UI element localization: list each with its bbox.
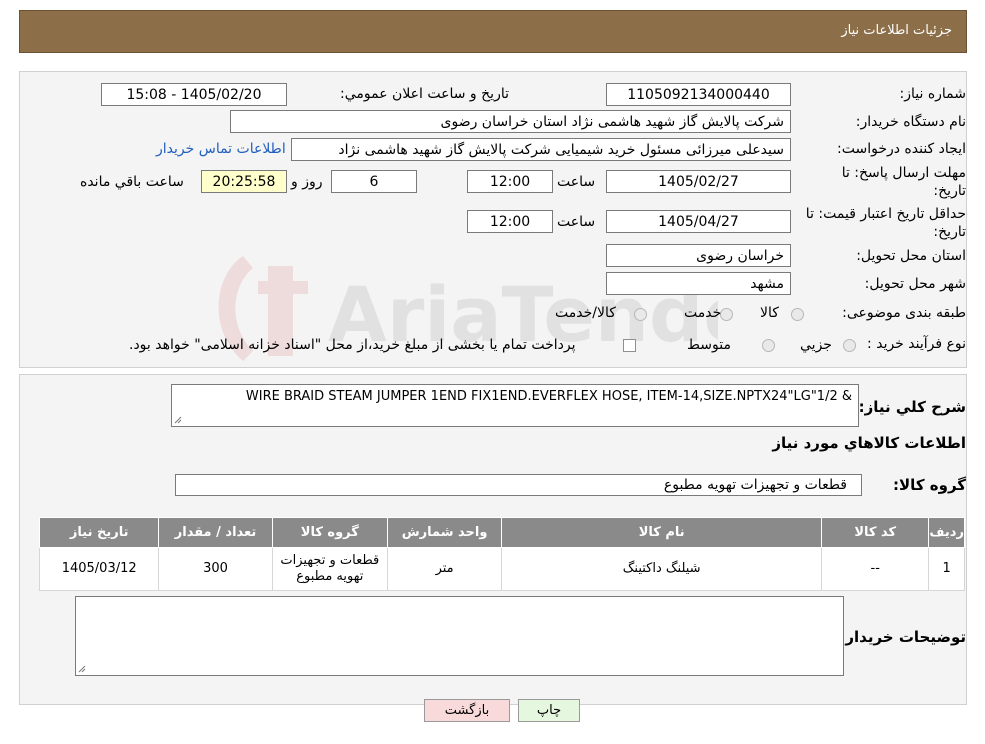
description-text: WIRE BRAID STEAM JUMPER 1END FIX1END.EVE… — [245, 389, 852, 404]
buyer-contact-link[interactable]: اطلاعات تماس خريدار — [156, 141, 286, 157]
page-header: جزئیات اطلاعات نیاز — [19, 10, 967, 53]
goods-group-field: قطعات و تجهيزات تهويه مطبوع — [175, 474, 862, 496]
goods-group-label: گروه کالا: — [893, 476, 966, 494]
buyer-label: نام دستگاه خريدار: — [855, 114, 966, 130]
creator-label: ايجاد کننده درخواست: — [837, 141, 966, 157]
category-goods-service-radio[interactable] — [634, 308, 647, 321]
cell-item-code: -- — [821, 547, 930, 591]
province-label: استان محل تحويل: — [856, 248, 966, 264]
validity-label-date: تاريخ: — [933, 224, 966, 240]
description-label: شرح کلي نياز: — [858, 398, 966, 416]
resize-handle-icon[interactable] — [174, 416, 182, 424]
buyer-notes-textarea[interactable] — [75, 596, 844, 676]
col-group: گروه کالا — [271, 517, 388, 548]
category-goods-label: کالا — [760, 305, 779, 321]
remaining-label: ساعت باقي مانده — [80, 174, 184, 190]
table-header-row: رديف کد کالا نام کالا واحد شمارش گروه کا… — [38, 517, 965, 548]
description-textarea[interactable]: WIRE BRAID STEAM JUMPER 1END FIX1END.EVE… — [171, 384, 859, 427]
buyer-notes-label: توضيحات خريدار: — [839, 628, 966, 646]
process-note: پرداخت تمام يا بخشی از مبلغ خريد،از محل … — [129, 337, 576, 353]
category-goods-radio[interactable] — [791, 308, 804, 321]
treasury-checkbox[interactable] — [623, 339, 636, 352]
city-field: مشهد — [606, 272, 791, 295]
process-minor-radio[interactable] — [843, 339, 856, 352]
cell-quantity: 300 — [158, 547, 273, 591]
items-table: رديف کد کالا نام کالا واحد شمارش گروه کا… — [38, 517, 965, 591]
deadline-time-label: ساعت — [557, 174, 596, 190]
col-unit: واحد شمارش — [386, 517, 503, 548]
cell-unit: متر — [386, 547, 503, 591]
province-field: خراسان رضوی — [606, 244, 791, 267]
days-field: 6 — [331, 170, 417, 193]
goods-info-title: اطلاعات کالاهاي مورد نياز — [772, 434, 966, 452]
print-button[interactable]: چاپ — [518, 699, 580, 722]
page-title: جزئیات اطلاعات نیاز — [841, 23, 952, 38]
city-label: شهر محل تحويل: — [864, 276, 966, 292]
deadline-label-date: تاریخ: — [933, 183, 966, 199]
need-number-field: 1105092134000440 — [606, 83, 791, 106]
remaining-time-field: 20:25:58 — [201, 170, 287, 193]
buyer-field: شرکت پالايش گاز شهيد هاشمی نژاد استان خر… — [230, 110, 791, 133]
resize-handle-icon[interactable] — [78, 665, 86, 673]
process-label: نوع فرآيند خريد : — [867, 336, 966, 352]
validity-time-field: 12:00 — [467, 210, 553, 233]
deadline-time-field: 12:00 — [467, 170, 553, 193]
col-item-code: کد کالا — [821, 517, 930, 548]
table-row: 1 -- شيلنگ داکتينگ متر قطعات و تجهيزات ت… — [38, 547, 965, 591]
cell-need-date: 1405/03/12 — [38, 547, 160, 591]
process-minor-label: جزيي — [800, 337, 832, 353]
process-medium-label: متوسط — [687, 337, 731, 353]
back-button[interactable]: بازگشت — [424, 699, 510, 722]
announce-field: 1405/02/20 - 15:08 — [101, 83, 287, 106]
process-medium-radio[interactable] — [762, 339, 775, 352]
creator-field: سیدعلی میرزائی مسئول خرید شیمیایی شرکت پ… — [291, 138, 791, 161]
col-item-name: نام کالا — [501, 517, 823, 548]
category-service-label: خدمت — [684, 305, 722, 321]
deadline-label: مهلت ارسال پاسخ: تا — [841, 165, 966, 181]
cell-row-number: 1 — [928, 547, 965, 591]
col-row-number: رديف — [928, 517, 965, 548]
col-need-date: تاريخ نياز — [38, 517, 160, 548]
announce-label: تاریخ و ساعت اعلان عمومي: — [340, 86, 509, 102]
validity-time-label: ساعت — [557, 214, 596, 230]
cell-group: قطعات و تجهيزات تهويه مطبوع — [271, 547, 388, 591]
validity-date-field: 1405/04/27 — [606, 210, 791, 233]
days-label: روز و — [291, 174, 323, 190]
deadline-date-field: 1405/02/27 — [606, 170, 791, 193]
cell-item-name: شيلنگ داکتينگ — [501, 547, 823, 591]
category-service-radio[interactable] — [720, 308, 733, 321]
col-quantity: تعداد / مقدار — [158, 517, 273, 548]
validity-label: حداقل تاريخ اعتبار قيمت: تا — [805, 206, 966, 222]
category-label: طبقه بندی موضوعی: — [842, 305, 966, 321]
category-goods-service-label: کالا/خدمت — [555, 305, 616, 321]
need-number-label: شماره نیاز: — [899, 86, 967, 102]
